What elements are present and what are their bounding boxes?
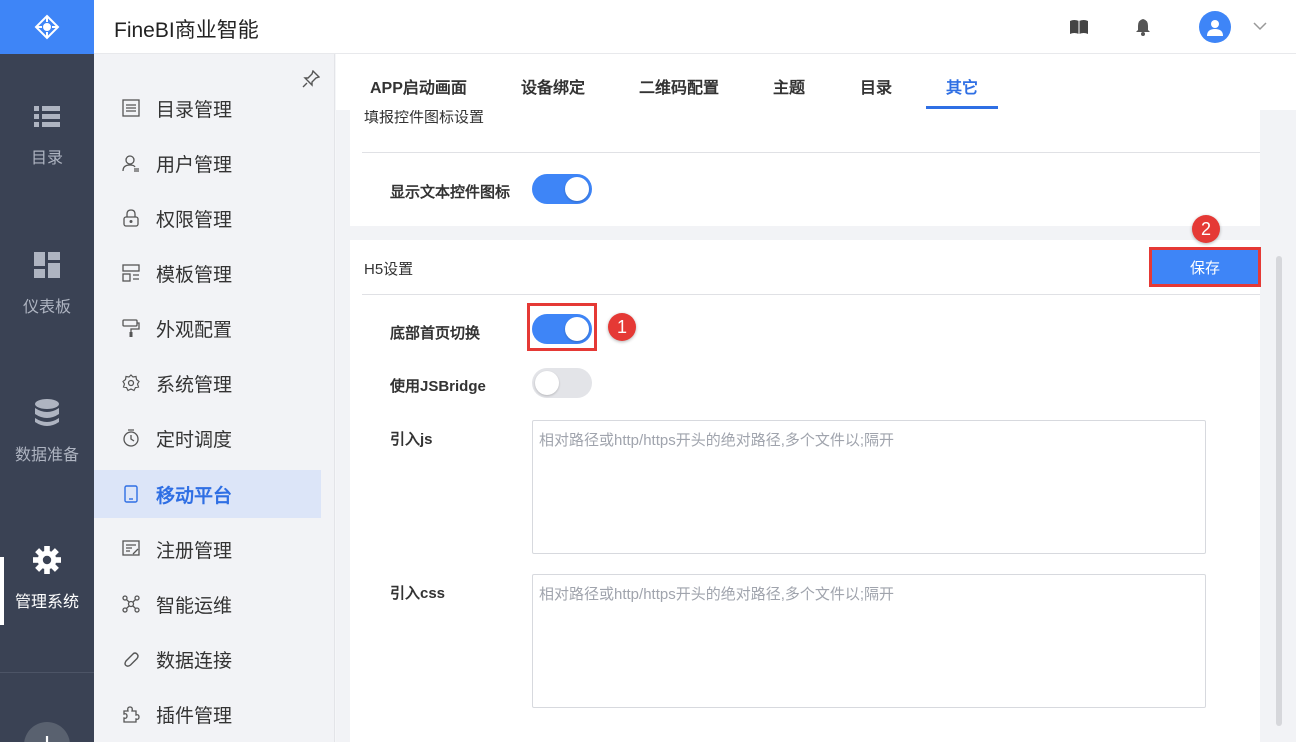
book-icon[interactable] <box>1069 17 1089 37</box>
show-text-icon-label: 显示文本控件图标 <box>390 184 511 201</box>
tab-device-binding[interactable]: 设备绑定 <box>521 74 585 98</box>
jsbridge-toggle[interactable] <box>532 368 592 398</box>
divider <box>362 152 1260 153</box>
scrollbar[interactable] <box>1276 256 1282 726</box>
app-title: FineBI商业智能 <box>114 19 259 42</box>
tab-theme[interactable]: 主题 <box>773 74 805 98</box>
tab-other[interactable]: 其它 <box>946 74 978 98</box>
rail-item-catalog[interactable]: 目录 <box>0 102 94 168</box>
sidebar-item-user-mgmt[interactable]: 用户管理 <box>94 139 321 187</box>
sidebar-item-template-mgmt[interactable]: 模板管理 <box>94 249 321 297</box>
add-button[interactable]: + <box>24 722 70 742</box>
sidebar-item-mobile-platform[interactable]: 移动平台 <box>94 470 321 518</box>
sidebar-item-label: 模板管理 <box>156 264 233 286</box>
show-text-icon-toggle[interactable] <box>532 174 592 204</box>
import-css-input[interactable] <box>532 574 1206 708</box>
link-icon <box>122 650 140 668</box>
user-icon <box>1207 20 1223 36</box>
toggle-knob <box>565 317 589 341</box>
sidebar-item-permission-mgmt[interactable]: 权限管理 <box>94 194 321 242</box>
user-icon <box>122 154 140 172</box>
sidebar-item-smart-ops[interactable]: 智能运维 <box>94 580 321 628</box>
sidebar-item-label: 权限管理 <box>156 209 233 231</box>
sidebar-item-catalog-mgmt[interactable]: 目录管理 <box>94 84 321 132</box>
toggle-knob <box>565 177 589 201</box>
divider <box>362 294 1260 295</box>
mobile-icon <box>122 485 140 503</box>
rail-label: 数据准备 <box>14 447 79 464</box>
timer-icon <box>122 429 140 447</box>
sidebar-item-label: 系统管理 <box>156 374 233 396</box>
bell-icon[interactable] <box>1133 17 1153 37</box>
jsbridge-label: 使用JSBridge <box>390 378 486 395</box>
admin-sidebar: 目录管理 用户管理 权限管理 模板管理 外观配置 系统管理 定时调度 移动平台 … <box>94 54 335 742</box>
lock-icon <box>122 209 140 227</box>
rail-item-data-prep[interactable]: 数据准备 <box>0 399 94 465</box>
tab-app-splash[interactable]: APP启动画面 <box>370 74 467 98</box>
annotation-badge-1: 1 <box>608 313 636 341</box>
import-css-label: 引入css <box>390 585 446 602</box>
top-header: FineBI商业智能 <box>94 0 1296 54</box>
rail-item-dashboard[interactable]: 仪表板 <box>0 251 94 317</box>
list-icon <box>33 102 61 130</box>
register-icon <box>122 540 140 558</box>
brush-icon <box>122 319 140 337</box>
gear-icon <box>33 546 61 574</box>
sidebar-item-appearance[interactable]: 外观配置 <box>94 304 321 352</box>
bottom-home-switch-label: 底部首页切换 <box>390 325 481 342</box>
database-icon <box>33 399 61 427</box>
template-icon <box>122 264 140 282</box>
settings-content: 填报控件图标设置 显示文本控件图标 H5设置 2 保存 底部首页切换 1 使用J… <box>336 110 1296 742</box>
tab-bar: APP启动画面 设备绑定 二维码配置 主题 目录 其它 <box>336 54 1296 110</box>
app-logo[interactable] <box>0 0 94 54</box>
chevron-down-icon[interactable] <box>1252 18 1268 34</box>
section-title: 填报控件图标设置 <box>364 110 485 126</box>
tab-catalog[interactable]: 目录 <box>860 74 892 98</box>
sidebar-item-label: 数据连接 <box>156 650 233 672</box>
control-icon-settings-card: 填报控件图标设置 显示文本控件图标 <box>350 110 1260 226</box>
rail-label: 目录 <box>30 150 63 167</box>
logo-icon <box>34 14 60 40</box>
sidebar-item-label: 用户管理 <box>156 154 233 176</box>
avatar[interactable] <box>1199 11 1231 43</box>
rail-divider <box>0 672 94 673</box>
annotation-badge-2: 2 <box>1192 215 1220 243</box>
sidebar-item-data-connection[interactable]: 数据连接 <box>94 635 321 683</box>
import-js-label: 引入js <box>390 431 433 448</box>
section-title: H5设置 <box>364 261 414 278</box>
tab-qrcode-config[interactable]: 二维码配置 <box>639 74 719 98</box>
sidebar-item-scheduler[interactable]: 定时调度 <box>94 414 321 462</box>
sidebar-item-label: 定时调度 <box>156 429 233 451</box>
sidebar-item-label: 注册管理 <box>156 540 233 562</box>
sidebar-item-system-mgmt[interactable]: 系统管理 <box>94 359 321 407</box>
rail-label: 仪表板 <box>22 299 71 316</box>
sidebar-item-label: 目录管理 <box>156 99 233 121</box>
dashboard-icon <box>33 251 61 279</box>
catalog-icon <box>122 99 140 117</box>
rail-item-admin[interactable]: 管理系统 <box>0 546 94 612</box>
left-rail: 目录 仪表板 数据准备 管理系统 + <box>0 0 94 742</box>
save-button[interactable]: 保存 <box>1149 247 1261 287</box>
sidebar-item-label: 外观配置 <box>156 319 233 341</box>
import-js-input[interactable] <box>532 420 1206 554</box>
bottom-home-switch-toggle[interactable] <box>532 314 592 344</box>
sidebar-item-label: 移动平台 <box>156 485 233 507</box>
h5-settings-card: H5设置 2 保存 底部首页切换 1 使用JSBridge 引入js 引入css <box>350 215 1261 742</box>
sidebar-item-label: 插件管理 <box>156 705 233 727</box>
rail-label: 管理系统 <box>14 594 79 611</box>
sidebar-item-plugin-mgmt[interactable]: 插件管理 <box>94 690 321 738</box>
toggle-knob <box>535 371 559 395</box>
active-tab-indicator <box>926 106 998 109</box>
sidebar-item-label: 智能运维 <box>156 595 233 617</box>
plugin-icon <box>122 705 140 723</box>
ops-icon <box>122 595 140 613</box>
settings-icon <box>122 374 140 392</box>
sidebar-item-registration[interactable]: 注册管理 <box>94 525 321 573</box>
